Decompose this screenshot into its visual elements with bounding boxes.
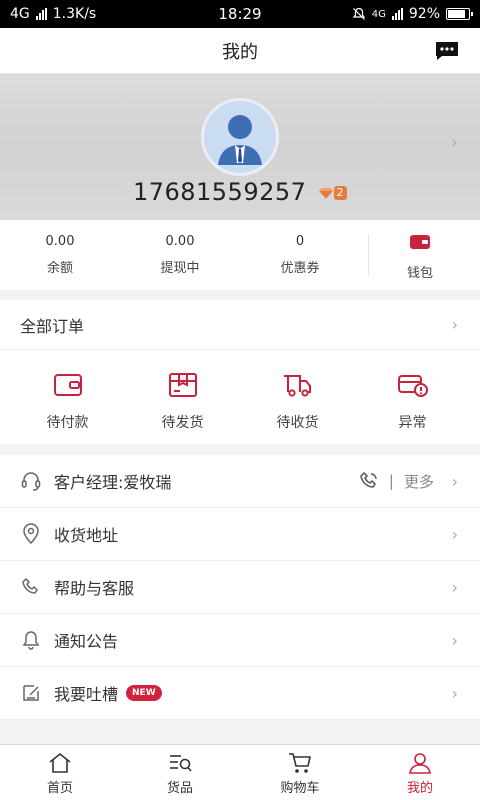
chevron-right-icon: › xyxy=(451,577,458,597)
tab-label: 购物车 xyxy=(280,781,320,796)
account-stats: 0.00 余额 0.00 提现中 0 优惠券 钱包 xyxy=(0,220,480,290)
user-phone: 17681559257 xyxy=(132,178,307,206)
page-title: 我的 xyxy=(222,41,258,63)
network-type-right: 4G xyxy=(371,8,386,20)
stat-label: 余额 xyxy=(46,261,73,276)
order-pending-shipment[interactable]: 待发货 xyxy=(128,372,238,432)
menu-item-account-manager[interactable]: 客户经理:爱牧瑞 | 更多 › xyxy=(0,455,480,508)
menu-item-address[interactable]: 收货地址 › xyxy=(0,508,480,561)
stat-value: 0.00 xyxy=(45,234,75,249)
battery-percent: 92% xyxy=(408,6,440,22)
more-link[interactable]: 更多 xyxy=(404,471,434,492)
tab-label: 首页 xyxy=(46,781,73,796)
clock: 18:29 xyxy=(218,5,262,23)
stat-coupons[interactable]: 0 优惠券 xyxy=(240,234,360,276)
status-bar: 4G 1.3K/s 18:29 4G 92% xyxy=(0,0,480,28)
all-orders-row[interactable]: 全部订单 › xyxy=(0,300,480,350)
order-label: 异常 xyxy=(398,415,427,431)
tab-products[interactable]: 货品 xyxy=(120,745,240,800)
home-icon xyxy=(49,752,71,773)
truck-icon xyxy=(283,375,311,397)
tab-home[interactable]: 首页 xyxy=(0,745,120,800)
chevron-right-icon: › xyxy=(451,524,458,544)
wallet-icon xyxy=(53,374,82,396)
box-icon xyxy=(168,373,197,397)
stat-balance[interactable]: 0.00 余额 xyxy=(0,234,120,276)
wallet-label: 钱包 xyxy=(406,266,433,281)
stats-divider xyxy=(368,234,369,276)
battery-icon xyxy=(446,8,473,20)
user-icon xyxy=(409,753,431,774)
order-pending-payment[interactable]: 待付款 xyxy=(13,372,123,432)
menu-list: 客户经理:爱牧瑞 | 更多 › 收货地址 › 帮助与客服 › 通知公告 › 我要… xyxy=(0,455,480,720)
wallet-icon xyxy=(410,235,430,249)
order-exception[interactable]: 异常 xyxy=(358,372,468,432)
phone-call-icon[interactable] xyxy=(359,471,379,491)
cart-icon xyxy=(289,753,311,773)
vip-level: 2 xyxy=(333,186,348,200)
network-speed: 1.3K/s xyxy=(52,6,97,22)
chevron-right-icon: › xyxy=(451,315,458,334)
tab-cart[interactable]: 购物车 xyxy=(240,745,360,800)
tab-mine[interactable]: 我的 xyxy=(360,745,480,800)
signal-icon-right xyxy=(391,8,403,20)
orders-section: 全部订单 › 待付款 待发货 待收货 异常 xyxy=(0,300,480,444)
new-badge: NEW xyxy=(126,685,162,701)
bottom-tab-bar: 首页 货品 购物车 我的 xyxy=(0,744,480,800)
menu-item-label: 我要吐槽 xyxy=(54,685,119,704)
profile-chevron-icon: › xyxy=(450,132,458,153)
diamond-icon xyxy=(318,188,333,199)
tab-label: 货品 xyxy=(166,781,193,796)
stat-label: 提现中 xyxy=(160,261,200,276)
order-label: 待收货 xyxy=(276,415,319,431)
stat-label: 优惠券 xyxy=(280,261,320,276)
order-pending-receipt[interactable]: 待收货 xyxy=(243,372,353,432)
wallet-button[interactable]: 钱包 xyxy=(370,234,470,281)
menu-item-label: 客户经理:爱牧瑞 xyxy=(54,473,172,492)
stat-value: 0.00 xyxy=(165,234,195,249)
stat-withdrawing[interactable]: 0.00 提现中 xyxy=(120,234,240,276)
order-label: 待付款 xyxy=(46,415,89,431)
stat-value: 0 xyxy=(295,234,305,249)
headset-icon xyxy=(21,472,41,491)
menu-item-help[interactable]: 帮助与客服 › xyxy=(0,561,480,614)
exception-icon xyxy=(397,375,428,397)
order-label: 待发货 xyxy=(161,415,204,431)
menu-item-label: 通知公告 xyxy=(54,632,119,651)
menu-item-notice[interactable]: 通知公告 › xyxy=(0,614,480,667)
mute-icon xyxy=(352,7,365,20)
chevron-right-icon: › xyxy=(451,630,458,650)
tab-label: 我的 xyxy=(406,781,433,796)
phone-icon xyxy=(22,577,38,594)
menu-item-label: 收货地址 xyxy=(54,526,119,545)
menu-item-label: 帮助与客服 xyxy=(54,579,135,598)
avatar[interactable] xyxy=(201,98,279,176)
location-icon xyxy=(23,523,39,545)
message-icon[interactable] xyxy=(434,40,460,62)
signal-icon xyxy=(35,8,47,20)
separator: | xyxy=(388,472,394,490)
menu-item-feedback[interactable]: 我要吐槽 NEW › xyxy=(0,667,480,720)
all-orders-label: 全部订单 xyxy=(20,316,85,336)
chevron-right-icon: › xyxy=(451,471,458,491)
bell-icon xyxy=(22,631,40,650)
network-type: 4G xyxy=(10,6,30,22)
chevron-right-icon: › xyxy=(451,683,458,703)
search-list-icon xyxy=(170,755,192,772)
default-avatar-icon xyxy=(204,101,276,173)
page-header: 我的 xyxy=(0,28,480,74)
profile-card[interactable]: 17681559257 2 › xyxy=(0,74,480,220)
screen: 4G 1.3K/s 18:29 4G 92% 我的 17681559257 2 … xyxy=(0,0,480,800)
vip-badge: 2 xyxy=(318,186,348,200)
edit-icon xyxy=(23,685,39,701)
